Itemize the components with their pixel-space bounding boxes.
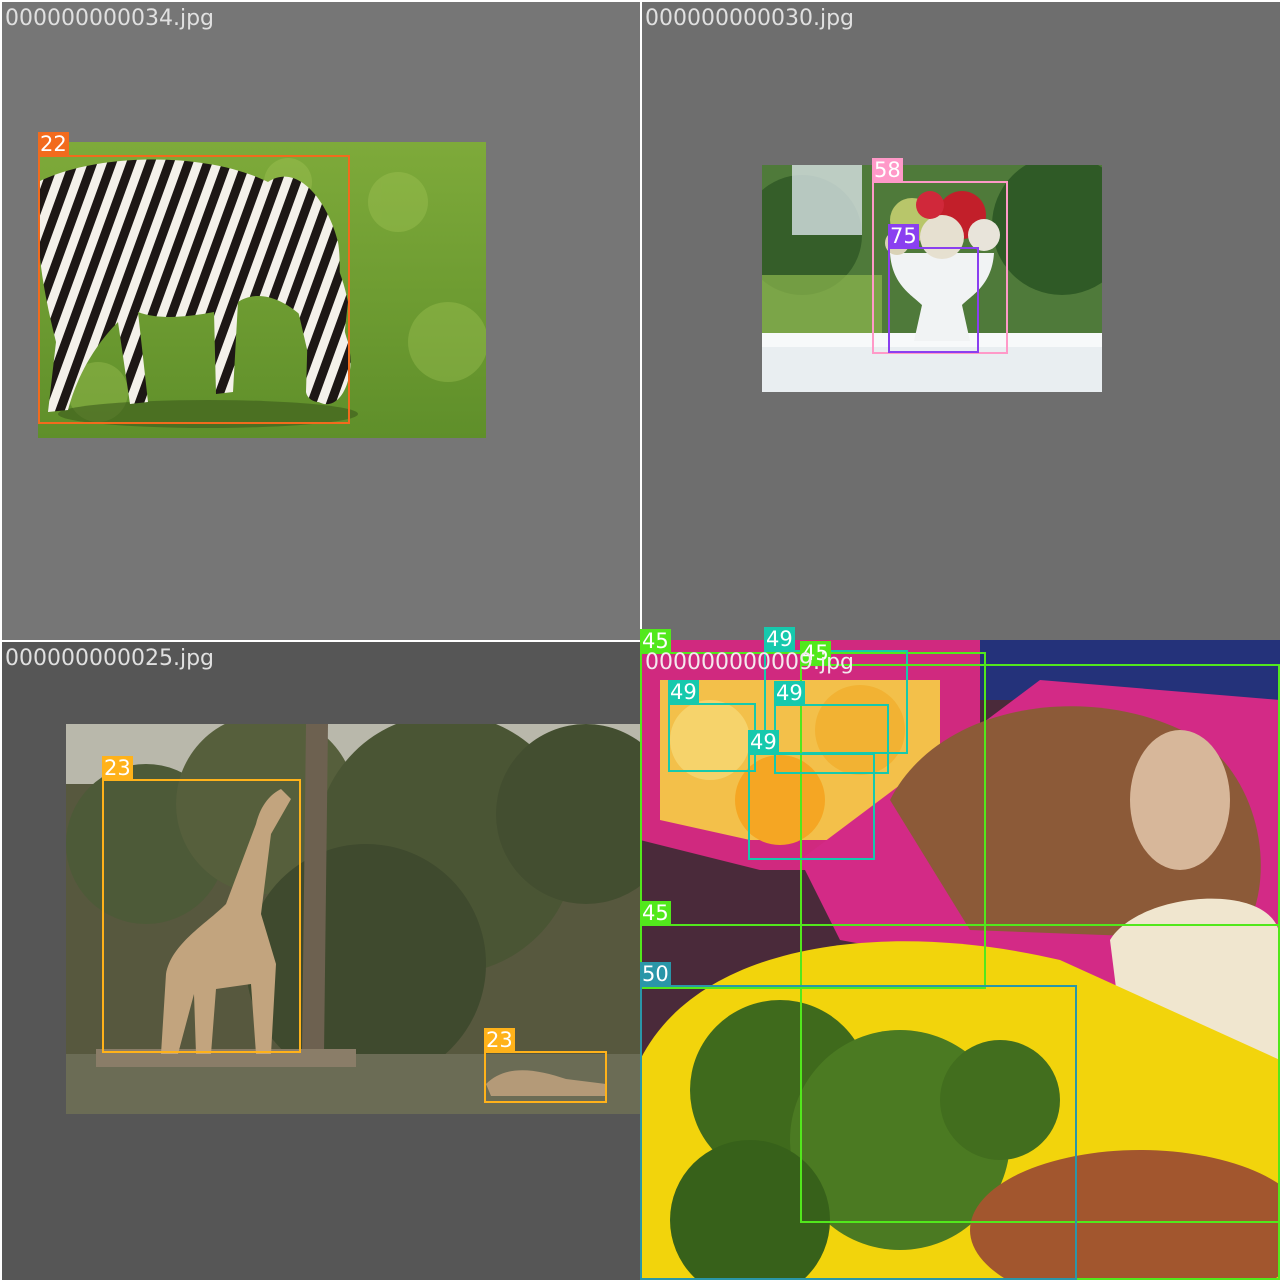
mosaic-tile-lunchbox: 000000000009.jpg 45 49 45 49 49 49 45 50 [640,627,1280,1280]
class-label: 58 [872,158,903,183]
class-label: 23 [484,1028,515,1053]
image-filename: 000000000030.jpg [645,6,854,31]
bounding-box: 22 [38,132,350,424]
mosaic-tile-vase: 000000000030.jpg 58 75 [642,2,1280,640]
bounding-box: 50 [640,962,1077,1280]
bounding-box: 23 [484,1028,607,1103]
class-label: 50 [640,962,671,987]
class-label: 45 [640,901,671,926]
class-label: 22 [38,132,69,157]
class-label: 23 [102,756,133,781]
class-label: 49 [774,681,805,706]
bounding-box: 49 [668,680,756,772]
bounding-box: 75 [888,224,979,353]
class-label: 49 [748,730,779,755]
image-filename: 000000000009.jpg [645,650,854,675]
class-label: 75 [888,224,919,249]
image-filename: 000000000034.jpg [5,6,214,31]
bounding-box: 23 [102,756,301,1053]
bounding-box: 49 [748,730,875,860]
class-label: 49 [668,680,699,705]
class-label: 49 [764,627,795,652]
mosaic-tile-zebra: 000000000034.jpg 22 [2,2,640,640]
image-filename: 000000000025.jpg [5,646,214,671]
mosaic-tile-giraffes: 000000000025.jpg 23 23 [2,642,640,1280]
